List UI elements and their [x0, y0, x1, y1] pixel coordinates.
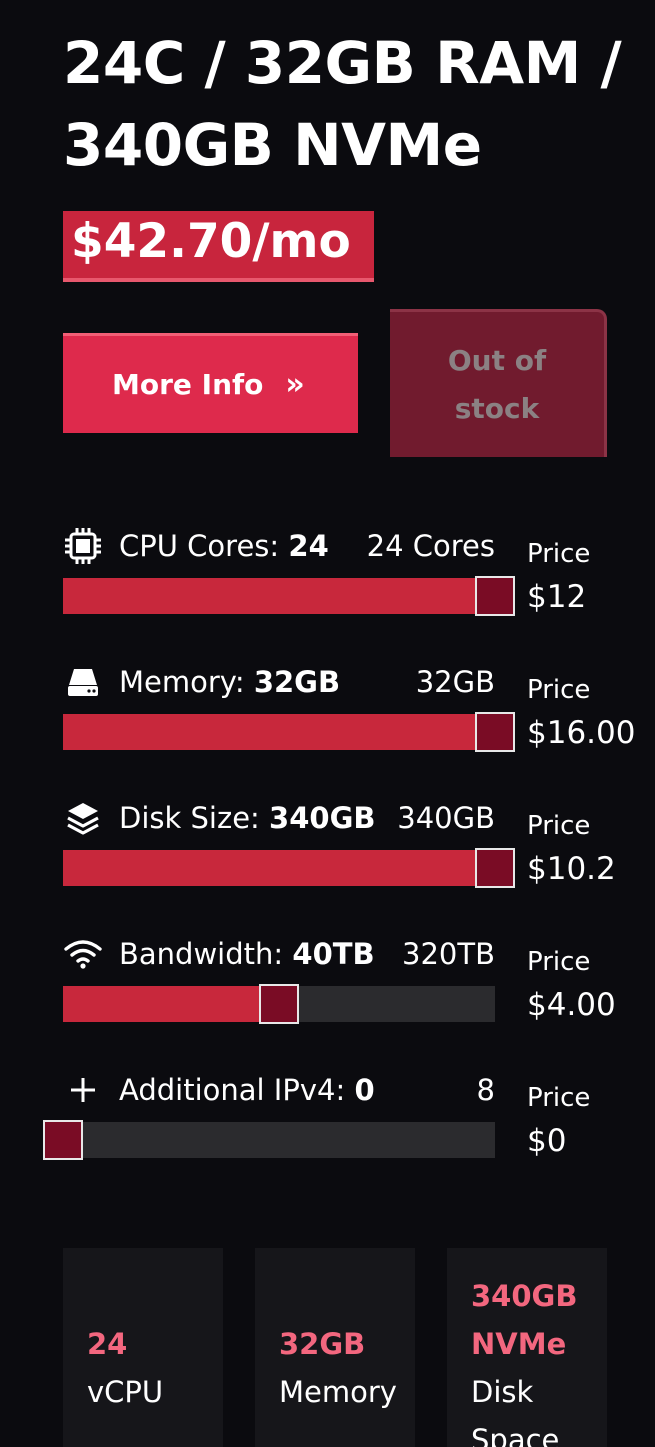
spec-value: 32GB: [279, 1327, 366, 1361]
price-value: $10.2: [527, 851, 616, 887]
layers-icon: [63, 798, 103, 838]
plus-icon: [63, 1070, 103, 1110]
slider-memory: Memory: 32GB 32GB Price $16.00: [0, 662, 655, 792]
slider-max-label: 320TB: [402, 937, 495, 971]
slider-label: Disk Size: 340GB: [119, 801, 376, 835]
slider-value: 0: [354, 1073, 375, 1107]
price-value: $0: [527, 1123, 567, 1159]
spec-label: Memory: [279, 1375, 397, 1409]
price-value: $4.00: [527, 987, 616, 1023]
price-value: $16.00: [527, 715, 636, 751]
slider-max-label: 32GB: [415, 665, 495, 699]
slider-cpu-cores: CPU Cores: 24 24 Cores Price $12: [0, 526, 655, 656]
slider-value: 340GB: [269, 801, 376, 835]
slider-disk-size: Disk Size: 340GB 340GB Price $10.2: [0, 798, 655, 928]
slider-value: 40TB: [292, 937, 375, 971]
out-of-stock-button[interactable]: Out of stock: [390, 309, 607, 457]
wifi-icon: [63, 934, 103, 974]
spec-value: 24: [87, 1327, 128, 1361]
price-text: $42.70/mo: [71, 214, 351, 269]
plan-title: 24C / 32GB RAM / 340GB NVMe: [63, 29, 622, 179]
slider-track[interactable]: [63, 576, 515, 616]
spec-card-vcpu: 24 vCPU: [63, 1248, 223, 1447]
price-value: $12: [527, 579, 587, 615]
slider-label: Additional IPv4: 0: [119, 1073, 375, 1107]
spec-label: vCPU: [87, 1375, 164, 1409]
slider-thumb[interactable]: [475, 712, 515, 752]
slider-fill: [63, 578, 495, 614]
price-label: Price: [527, 811, 591, 841]
slider-track[interactable]: [63, 984, 495, 1024]
slider-value: 24: [288, 529, 329, 563]
spec-card-memory: 32GB Memory: [255, 1248, 415, 1447]
slider-max-label: 24 Cores: [366, 529, 495, 563]
slider-track[interactable]: [63, 848, 515, 888]
memory-icon: [63, 662, 103, 702]
spec-value: 340GB NVMe: [471, 1279, 578, 1361]
slider-fill: [63, 986, 279, 1022]
double-chevron-right-icon: »: [285, 367, 305, 402]
slider-additional-ipv4: Additional IPv4: 0 8 Price $0: [0, 1070, 655, 1200]
slider-max-label: 8: [476, 1073, 495, 1107]
more-info-button[interactable]: More Info »: [63, 333, 358, 433]
slider-max-label: 340GB: [397, 801, 495, 835]
slider-thumb[interactable]: [43, 1120, 83, 1160]
slider-thumb[interactable]: [475, 848, 515, 888]
cpu-icon: [63, 526, 103, 566]
price-label: Price: [527, 1083, 591, 1113]
slider-label: Bandwidth: 40TB: [119, 937, 375, 971]
price-badge: $42.70/mo: [63, 211, 374, 282]
price-label: Price: [527, 675, 591, 705]
slider-fill: [63, 714, 495, 750]
price-label: Price: [527, 539, 591, 569]
spec-card-disk: 340GB NVMe Disk Space: [447, 1248, 607, 1447]
slider-thumb[interactable]: [475, 576, 515, 616]
slider-thumb[interactable]: [259, 984, 299, 1024]
slider-track[interactable]: [63, 712, 515, 752]
slider-label: CPU Cores: 24: [119, 529, 329, 563]
price-label: Price: [527, 947, 591, 977]
slider-fill: [63, 850, 495, 886]
more-info-label: More Info: [112, 368, 264, 401]
slider-label: Memory: 32GB: [119, 665, 341, 699]
slider-bandwidth: Bandwidth: 40TB 320TB Price $4.00: [0, 934, 655, 1064]
spec-label: Disk Space: [471, 1375, 560, 1447]
slider-track[interactable]: [43, 1120, 495, 1160]
slider-value: 32GB: [253, 665, 341, 699]
